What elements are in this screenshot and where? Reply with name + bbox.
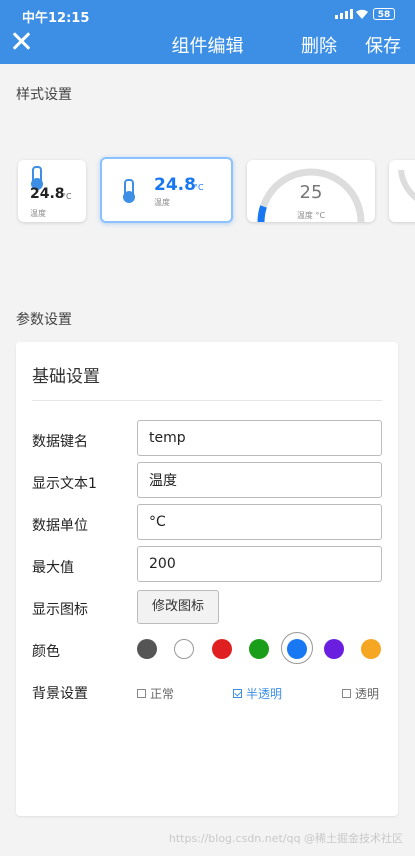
data-key-input[interactable] <box>137 420 382 456</box>
style-card-partial[interactable] <box>389 160 415 222</box>
status-time: 中午12:15 <box>22 11 90 26</box>
display-icon-label: 显示图标 <box>32 602 88 618</box>
background-setting-label: 背景设置 <box>32 686 88 702</box>
checkbox-checked-icon <box>233 689 242 698</box>
watermark: https://blog.csdn.net/qq @稀土掘金技术社区 <box>168 832 403 845</box>
gauge-value: 25 <box>299 182 323 203</box>
card-unit: °C <box>62 192 72 201</box>
checkbox-icon <box>342 689 351 698</box>
display-text-label: 显示文本1 <box>32 476 97 492</box>
style-card-gauge[interactable]: 25 温度 °C <box>247 160 375 222</box>
color-label: 颜色 <box>32 644 60 660</box>
battery-icon: 58 <box>373 8 395 20</box>
gauge-label: 温度 °C <box>296 211 326 220</box>
delete-button[interactable]: 删除 <box>301 32 337 58</box>
card-label: 温度 <box>154 198 170 207</box>
signal-icon <box>335 9 353 19</box>
app-bar: 中午12:15 58 组件编辑 删除 保存 <box>0 0 415 64</box>
bg-option-label: 半透明 <box>246 687 283 701</box>
color-swatch[interactable] <box>137 639 157 659</box>
bg-option-transparent[interactable]: 透明 <box>342 685 379 702</box>
params-section-label: 参数设置 <box>16 312 72 328</box>
page-title: 组件编辑 <box>171 36 244 57</box>
wifi-icon <box>356 9 368 19</box>
basic-settings-panel: 基础设置 数据键名 显示文本1 数据单位 最大值 显示图标 修改图标 颜色 背景… <box>16 342 398 816</box>
data-key-label: 数据键名 <box>32 434 88 450</box>
card-label: 温度 <box>30 209 46 218</box>
gauge-arc <box>398 169 415 201</box>
display-text-input[interactable] <box>137 462 382 498</box>
color-swatch[interactable] <box>361 639 381 659</box>
divider <box>32 400 382 401</box>
card-unit: °C <box>194 183 204 192</box>
thermometer-icon <box>123 179 135 203</box>
color-swatch[interactable] <box>212 639 232 659</box>
card-value: 24.8 <box>154 175 196 195</box>
style-section-label: 样式设置 <box>16 87 72 103</box>
max-value-input[interactable] <box>137 546 382 582</box>
data-unit-input[interactable] <box>137 504 382 540</box>
save-button[interactable]: 保存 <box>365 32 401 58</box>
panel-title: 基础设置 <box>32 367 100 387</box>
thermometer-icon <box>31 166 43 190</box>
color-swatch[interactable] <box>287 639 307 659</box>
bg-option-semi-transparent[interactable]: 半透明 <box>233 685 282 702</box>
color-swatch[interactable] <box>249 639 269 659</box>
style-card-compact[interactable]: 24.8 °C 温度 <box>18 160 86 222</box>
card-value: 24.8 <box>30 186 65 202</box>
checkbox-icon <box>137 689 146 698</box>
color-swatch[interactable] <box>174 639 194 659</box>
bg-option-label: 透明 <box>355 687 380 701</box>
change-icon-button[interactable]: 修改图标 <box>137 590 219 624</box>
style-card-selected[interactable]: 24.8 °C 温度 <box>100 157 233 223</box>
data-unit-label: 数据单位 <box>32 518 88 534</box>
status-bar: 中午12:15 58 <box>0 0 415 28</box>
color-swatch[interactable] <box>324 639 344 659</box>
bg-option-label: 正常 <box>150 687 175 701</box>
max-value-label: 最大值 <box>32 560 74 576</box>
bg-option-normal[interactable]: 正常 <box>137 685 174 702</box>
